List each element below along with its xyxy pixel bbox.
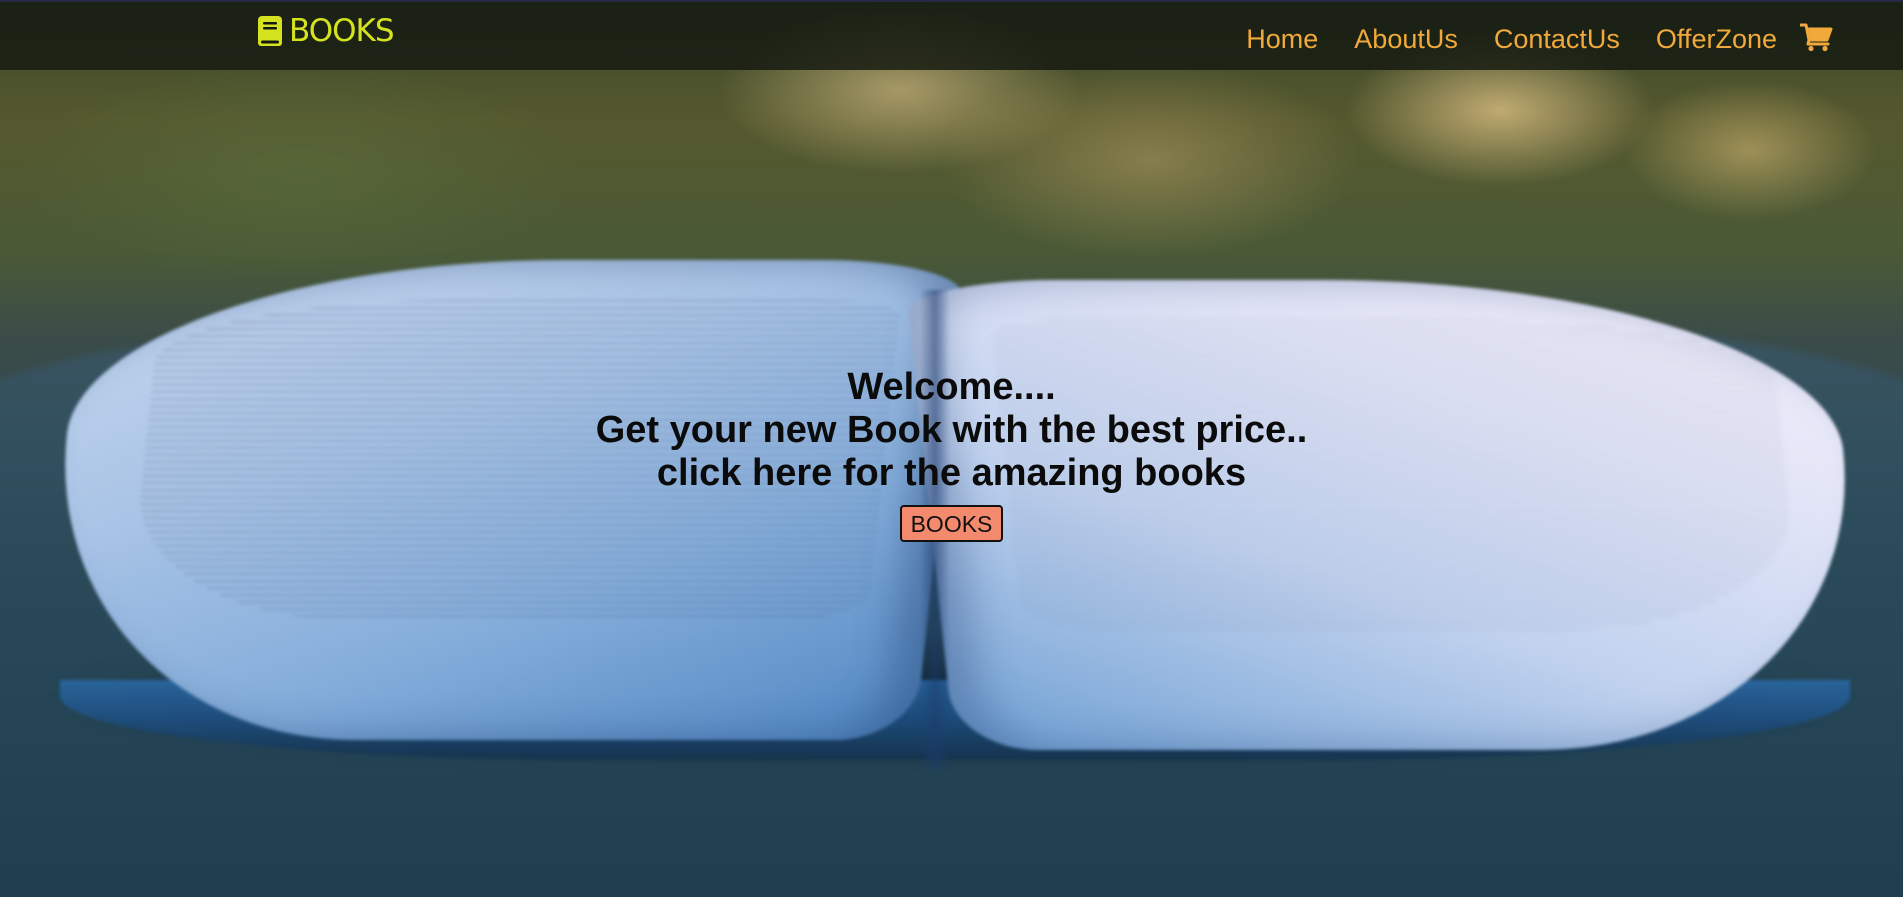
- logo[interactable]: BOOKS: [257, 12, 395, 49]
- books-button[interactable]: BOOKS: [899, 505, 1004, 542]
- page: BOOKS Home AboutUs ContactUs OfferZone W…: [0, 0, 1903, 897]
- hero-cta-text: click here for the amazing books: [656, 452, 1247, 494]
- hero-welcome-text: Welcome....: [847, 366, 1056, 408]
- nav-link-offer-zone[interactable]: OfferZone: [1656, 22, 1777, 53]
- nav-link-about-us[interactable]: AboutUs: [1354, 22, 1458, 53]
- hero-tagline: Get your new Book with the best price..: [595, 409, 1308, 451]
- hero-content: Welcome.... Get your new Book with the b…: [0, 366, 1903, 542]
- nav-links: Home AboutUs ContactUs OfferZone: [1246, 2, 1777, 72]
- top-navbar: BOOKS Home AboutUs ContactUs OfferZone: [0, 0, 1903, 70]
- nav-link-contact-us[interactable]: ContactUs: [1494, 22, 1620, 53]
- nav-link-home[interactable]: Home: [1246, 22, 1318, 53]
- book-icon: [258, 16, 282, 46]
- shopping-cart-icon[interactable]: [1800, 22, 1833, 52]
- logo-text: BOOKS: [289, 12, 395, 49]
